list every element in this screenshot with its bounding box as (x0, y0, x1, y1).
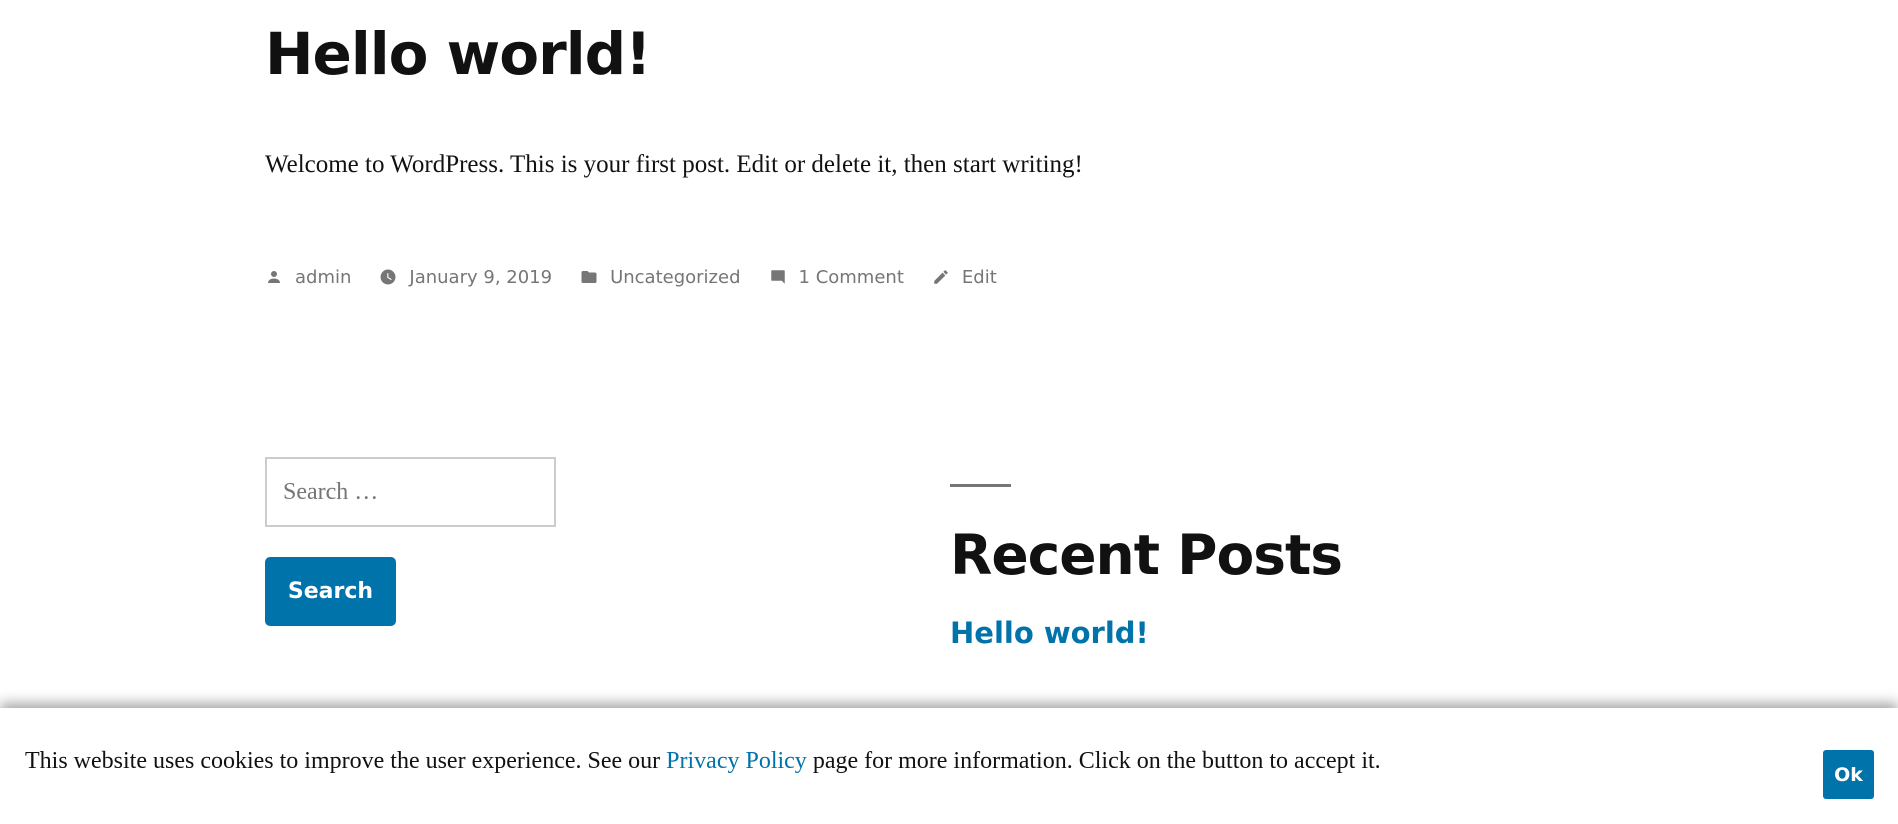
post-meta: admin January 9, 2019 Uncategorized 1 Co… (265, 262, 1025, 292)
cookie-accept-button[interactable]: Ok (1823, 750, 1874, 799)
meta-author: admin (265, 267, 351, 288)
meta-edit: Edit (932, 267, 997, 288)
date-link[interactable]: January 9, 2019 (409, 267, 552, 288)
folder-icon (581, 271, 597, 283)
comment-icon (770, 270, 785, 284)
post-content: Welcome to WordPress. This is your first… (265, 151, 1083, 178)
comments-link[interactable]: 1 Comment (799, 267, 904, 288)
recent-posts-title: Recent Posts (950, 523, 1343, 587)
search-button[interactable]: Search (265, 557, 396, 626)
cookie-text-before: This website uses cookies to improve the… (25, 748, 667, 774)
edit-link[interactable]: Edit (962, 267, 997, 288)
meta-date: January 9, 2019 (379, 267, 552, 288)
meta-comments: 1 Comment (769, 267, 904, 288)
category-link[interactable]: Uncategorized (610, 267, 740, 288)
post-title: Hello world! (265, 20, 652, 88)
recent-post-link[interactable]: Hello world! (950, 616, 1149, 650)
search-input[interactable] (265, 457, 556, 527)
pencil-icon (934, 270, 948, 284)
privacy-policy-link[interactable]: Privacy Policy (666, 748, 807, 774)
clock-icon (380, 269, 396, 285)
author-link[interactable]: admin (295, 267, 351, 288)
cookie-banner: This website uses cookies to improve the… (0, 708, 1898, 824)
meta-category: Uncategorized (580, 267, 741, 288)
widget-divider (950, 484, 1011, 487)
cookie-text-after: page for more information. Click on the … (806, 748, 1381, 774)
person-icon (268, 271, 280, 283)
cookie-message: This website uses cookies to improve the… (25, 748, 1381, 775)
